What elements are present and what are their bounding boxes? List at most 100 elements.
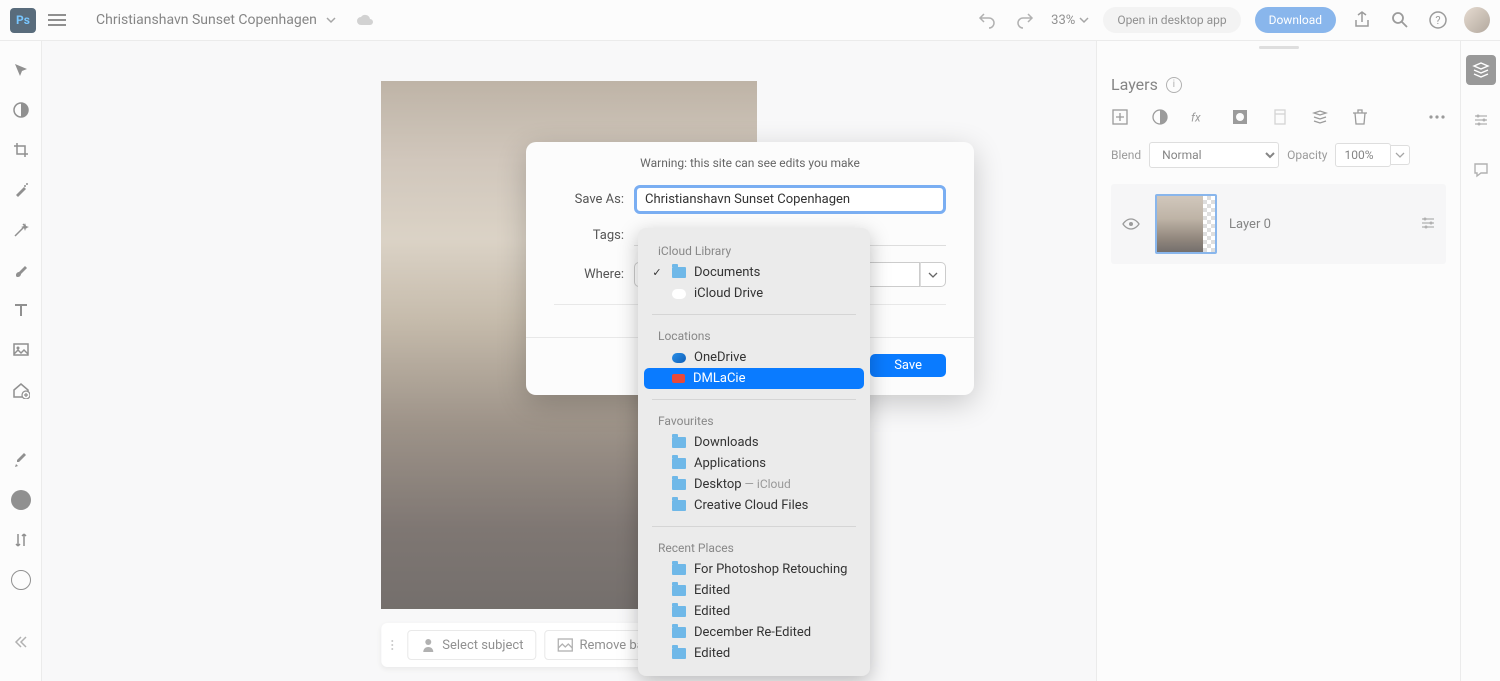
dd-item-documents[interactable]: ✓Documents xyxy=(644,262,864,283)
dd-item-edited-3[interactable]: Edited xyxy=(644,643,864,664)
layers-rail-icon[interactable] xyxy=(1466,55,1496,85)
visibility-icon[interactable] xyxy=(1119,218,1143,230)
blend-label: Blend xyxy=(1111,148,1141,162)
svg-text:fx: fx xyxy=(1191,111,1201,125)
folder-icon xyxy=(672,479,686,490)
dd-header-favourites: Favourites xyxy=(638,410,870,432)
dd-item-onedrive[interactable]: OneDrive xyxy=(644,347,864,368)
help-icon[interactable]: ? xyxy=(1426,8,1450,32)
folder-icon xyxy=(672,648,686,659)
doc-title-text: Christianshavn Sunset Copenhagen xyxy=(96,12,317,28)
mask-icon[interactable] xyxy=(1231,108,1249,126)
swap-colors-icon[interactable] xyxy=(10,529,32,551)
person-icon xyxy=(420,637,436,653)
zoom-level[interactable]: 33% xyxy=(1051,13,1089,28)
collapse-toolbar-icon[interactable] xyxy=(10,631,32,653)
redo-button[interactable] xyxy=(1013,8,1037,32)
delete-icon[interactable] xyxy=(1351,108,1369,126)
right-rail xyxy=(1460,41,1500,681)
dd-header-icloud: iCloud Library xyxy=(638,240,870,262)
select-subject-button[interactable]: Select subject xyxy=(407,630,536,660)
drag-handle-icon[interactable] xyxy=(391,631,395,659)
layer-thumbnail xyxy=(1155,194,1217,254)
layer-name: Layer 0 xyxy=(1229,217,1408,232)
svg-text:?: ? xyxy=(1435,14,1440,27)
avatar[interactable] xyxy=(1464,7,1490,33)
type-tool-icon[interactable] xyxy=(10,299,32,321)
where-dropdown: iCloud Library ✓Documents iCloud Drive L… xyxy=(638,228,870,676)
layers-toolbar: fx xyxy=(1111,108,1446,126)
properties-rail-icon[interactable] xyxy=(1466,105,1496,135)
save-button[interactable]: Save xyxy=(870,354,946,377)
add-layer-icon[interactable] xyxy=(1111,108,1129,126)
left-toolbar xyxy=(0,41,42,681)
save-as-input[interactable] xyxy=(634,185,946,214)
cloud-icon xyxy=(672,289,686,299)
search-icon[interactable] xyxy=(1388,8,1412,32)
dd-item-downloads[interactable]: Downloads xyxy=(644,432,864,453)
folder-icon xyxy=(672,267,686,278)
document-title[interactable]: Christianshavn Sunset Copenhagen xyxy=(96,12,375,28)
dd-item-desktop[interactable]: Desktop — iCloud xyxy=(644,474,864,495)
where-chevron-icon[interactable] xyxy=(920,262,946,287)
ps-logo: Ps xyxy=(10,8,36,33)
open-desktop-button[interactable]: Open in desktop app xyxy=(1103,7,1240,33)
folder-icon xyxy=(672,585,686,596)
chevron-down-icon xyxy=(325,14,337,26)
hamburger-menu[interactable] xyxy=(48,14,66,26)
dd-header-recent: Recent Places xyxy=(638,537,870,559)
disk-icon xyxy=(672,374,685,383)
dd-item-dec-re[interactable]: December Re-Edited xyxy=(644,622,864,643)
dd-item-dmlacie[interactable]: DMLaCie xyxy=(644,368,864,389)
dialog-warning: Warning: this site can see edits you mak… xyxy=(526,142,974,180)
image-icon xyxy=(557,637,573,653)
folder-icon xyxy=(672,500,686,511)
adjustment-icon[interactable] xyxy=(1151,108,1169,126)
background-color[interactable] xyxy=(10,569,32,591)
healing-brush-icon[interactable] xyxy=(10,179,32,201)
fx-icon[interactable]: fx xyxy=(1191,108,1209,126)
where-label: Where: xyxy=(554,267,624,282)
share-icon[interactable] xyxy=(1350,8,1374,32)
comments-rail-icon[interactable] xyxy=(1466,155,1496,185)
dd-item-applications[interactable]: Applications xyxy=(644,453,864,474)
crop-tool-icon[interactable] xyxy=(10,139,32,161)
group-icon[interactable] xyxy=(1311,108,1329,126)
clip-icon[interactable] xyxy=(1271,108,1289,126)
topbar-right: 33% Open in desktop app Download ? xyxy=(975,7,1490,33)
layer-settings-icon[interactable] xyxy=(1420,215,1438,233)
dd-item-ccfiles[interactable]: Creative Cloud Files xyxy=(644,495,864,516)
opacity-input[interactable] xyxy=(1335,143,1391,167)
opacity-chevron-icon[interactable] xyxy=(1391,145,1410,165)
folder-icon xyxy=(672,564,686,575)
download-button[interactable]: Download xyxy=(1255,7,1336,33)
dd-item-icloud-drive[interactable]: iCloud Drive xyxy=(644,283,864,304)
move-tool-icon[interactable] xyxy=(10,59,32,81)
place-image-icon[interactable] xyxy=(10,339,32,361)
opacity-label: Opacity xyxy=(1287,148,1327,162)
add-home-icon[interactable] xyxy=(10,379,32,401)
folder-icon xyxy=(672,437,686,448)
dd-item-for-ps[interactable]: For Photoshop Retouching xyxy=(644,559,864,580)
blend-select[interactable]: Normal xyxy=(1149,142,1279,168)
circle-half-icon[interactable] xyxy=(10,99,32,121)
save-as-label: Save As: xyxy=(554,192,624,207)
cloud-icon xyxy=(355,13,375,27)
dd-item-edited-1[interactable]: Edited xyxy=(644,580,864,601)
layer-row[interactable]: Layer 0 xyxy=(1111,184,1446,264)
panel-handle-icon[interactable] xyxy=(1259,46,1299,49)
layers-panel: Layers i fx Blend Normal Opacity Layer xyxy=(1096,41,1460,681)
brush-tool-icon[interactable] xyxy=(10,259,32,281)
onedrive-icon xyxy=(672,353,686,363)
tags-label: Tags: xyxy=(554,228,624,243)
undo-button[interactable] xyxy=(975,8,999,32)
foreground-color[interactable] xyxy=(10,489,32,511)
folder-icon xyxy=(672,627,686,638)
info-icon[interactable]: i xyxy=(1166,77,1182,93)
dd-item-edited-2[interactable]: Edited xyxy=(644,601,864,622)
dd-header-locations: Locations xyxy=(638,325,870,347)
folder-icon xyxy=(672,606,686,617)
more-icon[interactable] xyxy=(1428,108,1446,126)
eyedropper-icon[interactable] xyxy=(10,449,32,471)
quick-select-icon[interactable] xyxy=(10,219,32,241)
